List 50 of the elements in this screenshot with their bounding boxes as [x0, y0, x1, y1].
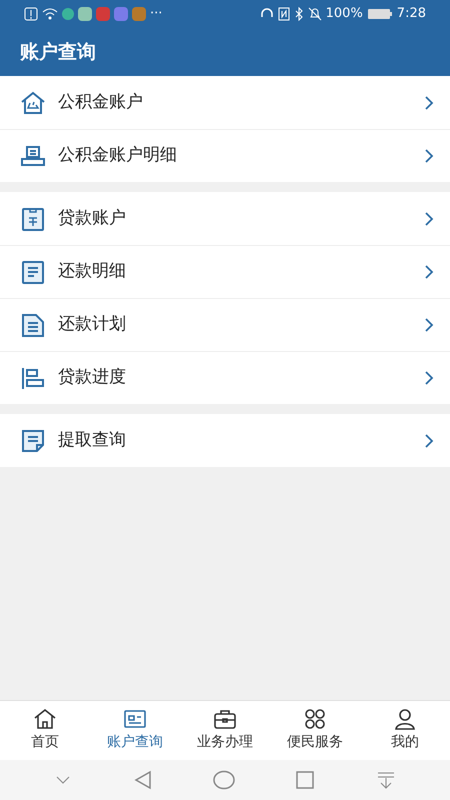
nfc-icon	[278, 7, 290, 21]
id-card-icon	[123, 708, 147, 730]
overflow-text: ···	[150, 5, 162, 24]
pull-down-icon[interactable]	[376, 770, 396, 790]
alert-icon	[24, 7, 38, 21]
tab[interactable]: 我的	[360, 701, 450, 760]
grid-icon	[303, 708, 327, 730]
tab[interactable]: 账户查询	[90, 701, 180, 760]
tab[interactable]: 首页	[0, 701, 90, 760]
app-icon	[62, 8, 74, 20]
user-icon	[393, 708, 417, 730]
bluetooth-icon	[294, 7, 304, 21]
chevron-right-icon	[424, 432, 434, 448]
menu-row[interactable]: 公积金账户	[0, 76, 450, 129]
house-icon	[20, 90, 46, 116]
document-icon	[20, 312, 46, 338]
back-icon[interactable]	[132, 770, 153, 790]
progress-bars-icon	[20, 365, 46, 391]
briefcase-icon	[213, 708, 237, 730]
chevron-right-icon	[424, 94, 434, 110]
battery-icon	[366, 8, 393, 20]
chevron-right-icon	[424, 148, 434, 164]
app-icon	[96, 7, 110, 21]
mute-bell-icon	[308, 7, 322, 21]
page-title: 账户查询	[20, 40, 96, 65]
menu-row[interactable]: 公积金账户明细	[0, 129, 450, 182]
menu-row[interactable]: 贷款账户	[0, 192, 450, 245]
chevron-right-icon	[424, 264, 434, 280]
document-icon	[20, 259, 46, 285]
battery-text: 100%	[326, 5, 363, 24]
clipboard-icon	[20, 206, 46, 232]
tab[interactable]: 业务办理	[180, 701, 270, 760]
app-icon	[114, 7, 128, 21]
chevron-right-icon	[424, 210, 434, 226]
home-icon	[33, 708, 57, 730]
home-circle-icon[interactable]	[212, 770, 235, 790]
clock-text: 7:28	[396, 5, 426, 24]
menu-row[interactable]: 还款明细	[0, 245, 450, 298]
tab[interactable]: 便民服务	[270, 701, 360, 760]
chevron-right-icon	[424, 317, 434, 333]
app-icon	[78, 7, 92, 21]
menu-row[interactable]: 贷款进度	[0, 351, 450, 404]
wifi-icon	[42, 7, 58, 21]
menu-row[interactable]: 提取查询	[0, 414, 450, 467]
recents-icon[interactable]	[295, 770, 316, 790]
printer-icon	[20, 143, 46, 169]
menu-row[interactable]: 还款计划	[0, 298, 450, 351]
chevron-right-icon	[424, 370, 434, 386]
note-icon	[20, 428, 46, 454]
app-icon	[132, 7, 146, 21]
